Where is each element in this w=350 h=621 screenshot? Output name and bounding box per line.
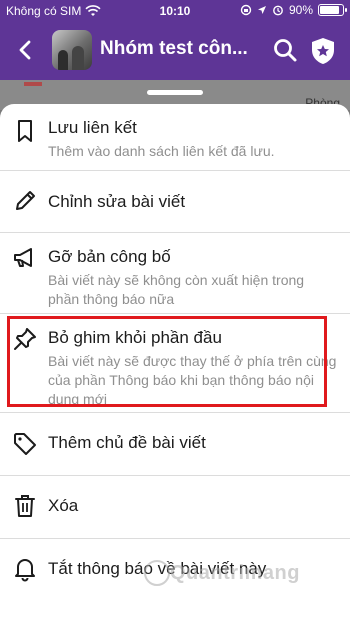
status-bar: Không có SIM 10:10 90% [0,0,350,22]
menu-item-description: Bài viết này sẽ không còn xuất hiện tron… [48,272,305,307]
menu-item-description: Thêm vào danh sách liên kết đã lưu. [48,143,275,159]
menu-item-label: Lưu liên kết [48,118,137,137]
group-avatar[interactable] [52,30,92,70]
menu-item-label: Thêm chủ đề bài viết [48,433,206,452]
highlight-box [7,316,327,407]
megaphone-icon [14,248,32,267]
menu-item-label: Chỉnh sửa bài viết [48,192,186,211]
menu-item-delete[interactable]: Xóa [0,476,350,538]
sheet-grabber[interactable] [147,90,203,95]
trash-icon [15,495,35,517]
watermark-logo [144,560,170,586]
pencil-icon [16,191,35,210]
menu-item-save-link[interactable]: Lưu liên kết Thêm vào danh sách liên kết… [0,104,350,168]
rotation-lock-icon [240,4,252,16]
battery-percent: 90% [288,3,313,17]
bell-icon [15,559,35,582]
alarm-icon [273,5,283,16]
background-accent [24,82,42,86]
menu-item-edit-post[interactable]: Chỉnh sửa bài viết [0,171,350,231]
menu-item-label: Xóa [48,496,79,515]
watermark: Quantrimang [170,562,300,584]
menu-item-label: Gỡ bản công bố [48,247,171,266]
back-arrow-icon[interactable] [14,38,38,62]
battery-icon [318,4,347,16]
search-icon[interactable] [272,37,298,63]
admin-shield-icon[interactable] [310,37,336,65]
menu-item-add-topic[interactable]: Thêm chủ đề bài viết [0,413,350,475]
tag-icon [14,433,36,455]
location-icon [257,6,266,14]
group-title[interactable]: Nhóm test côn... [100,38,248,60]
menu-item-remove-announcement[interactable]: Gỡ bản công bố Bài viết này sẽ không còn… [0,233,350,313]
post-options-sheet: Lưu liên kết Thêm vào danh sách liên kết… [0,104,350,621]
nav-bar: Nhóm test côn... [0,22,350,80]
status-right: 90% [240,3,347,17]
bookmark-icon [18,120,32,142]
